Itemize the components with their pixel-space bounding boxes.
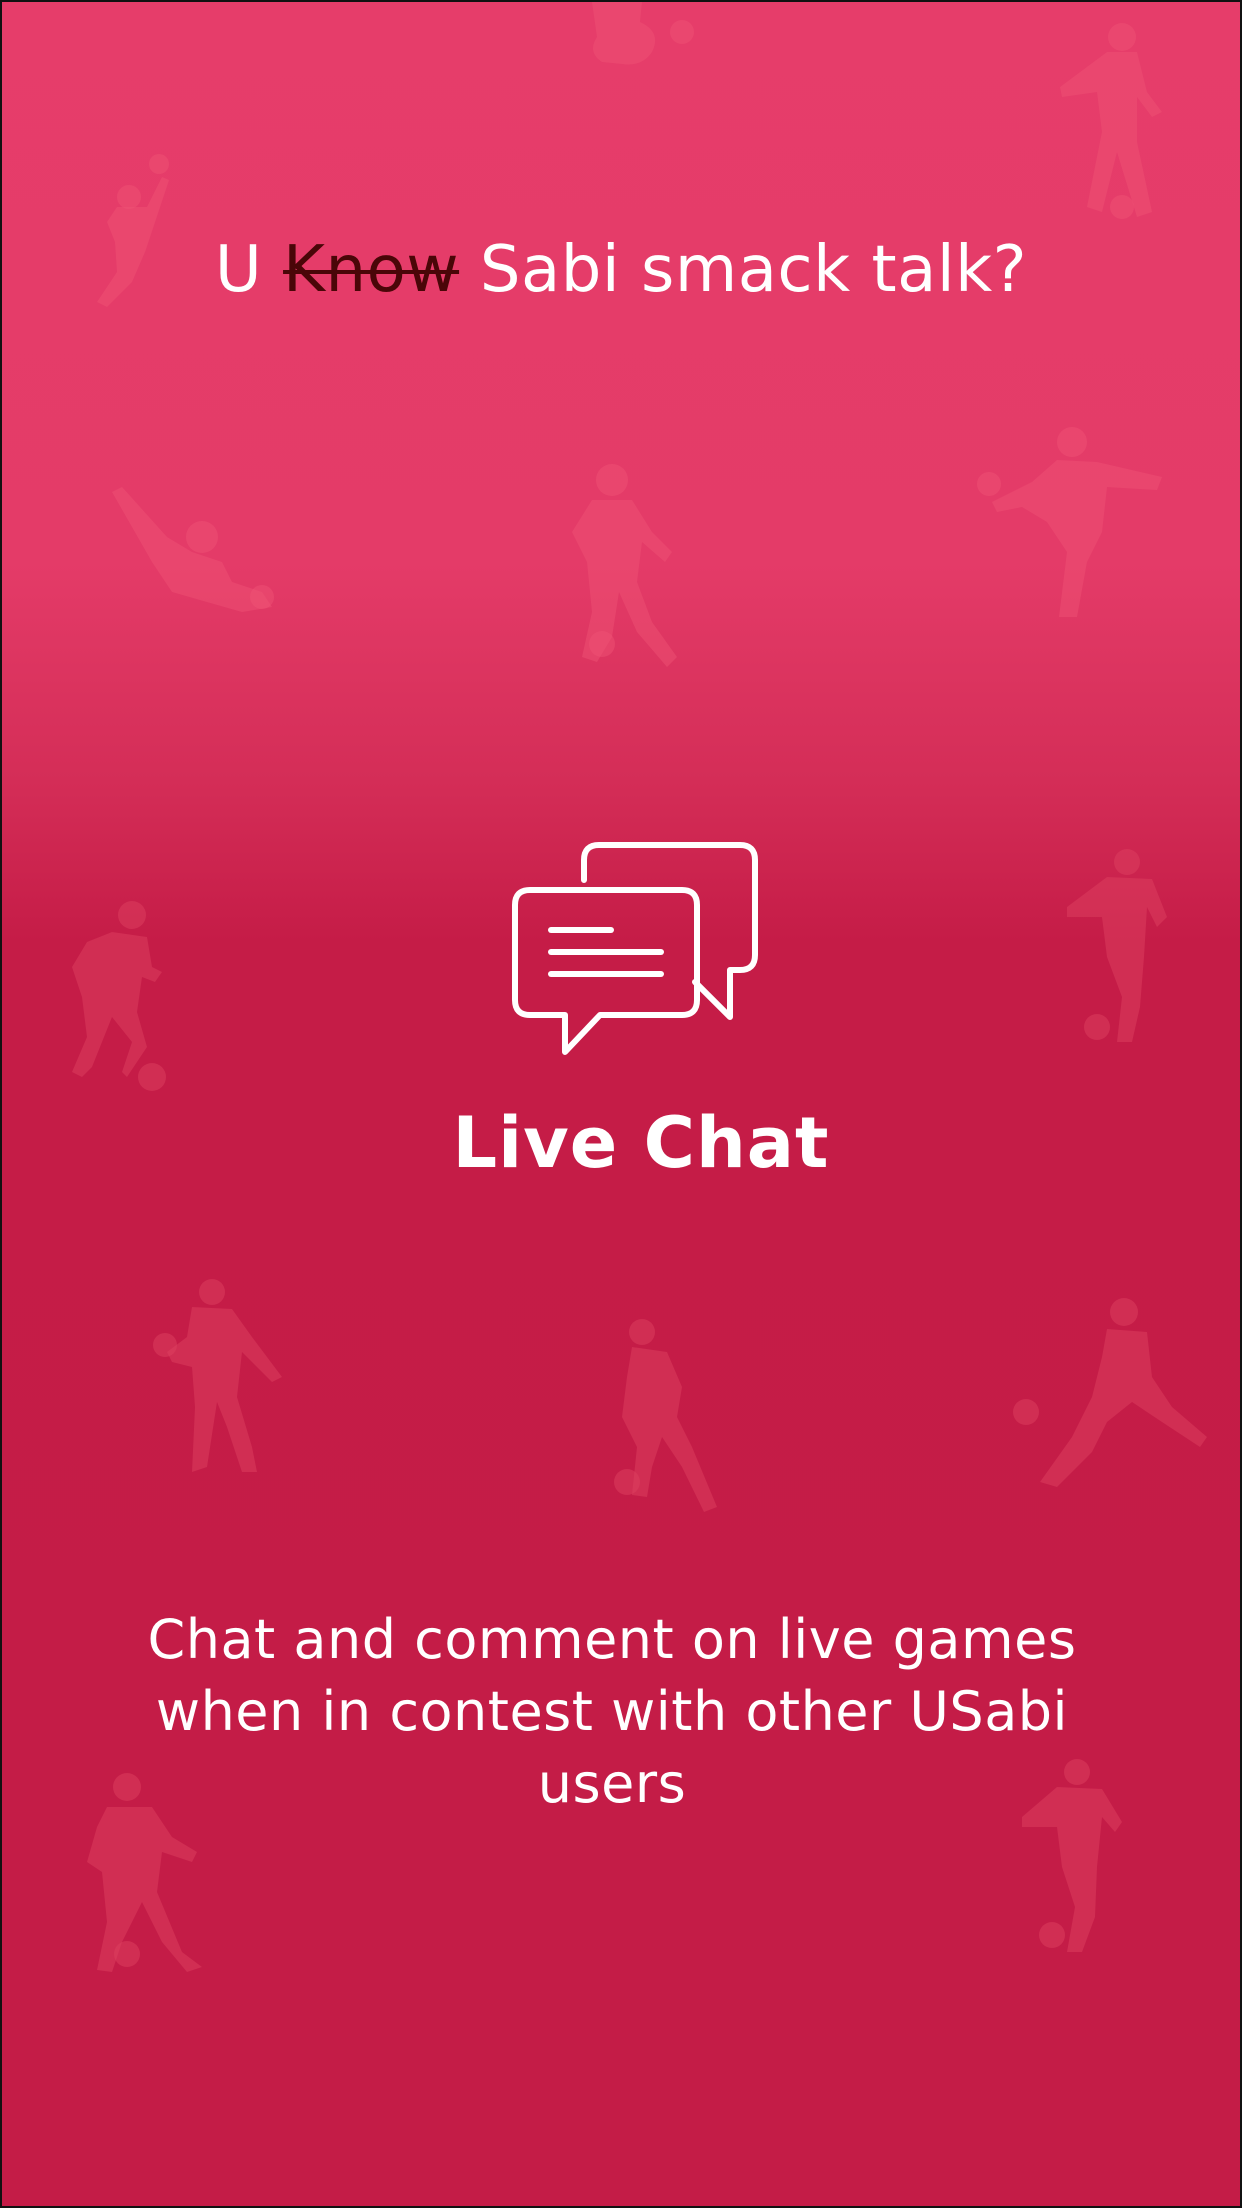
headline-prefix: U (214, 233, 284, 307)
player-silhouette-icon (614, 1319, 717, 1512)
player-silhouette-icon (112, 487, 274, 612)
headline-strikethrough-word: Know (283, 233, 460, 307)
chat-bubbles-icon (512, 842, 758, 1055)
feature-description: Chat and comment on live games when in c… (147, 1608, 1077, 1815)
headline-suffix: Sabi smack talk? (459, 233, 1028, 307)
player-silhouette-icon (153, 1279, 282, 1472)
feature-title: Live Chat (452, 1102, 830, 1184)
headline: U Know Sabi smack talk? (2, 230, 1240, 310)
player-silhouette-icon (1013, 1298, 1207, 1487)
player-silhouette-icon (72, 901, 166, 1091)
onboarding-screen: U Know Sabi smack talk? Live Chat Chat a… (0, 0, 1242, 2208)
player-silhouette-icon (572, 464, 677, 667)
player-silhouette-icon (1060, 23, 1162, 219)
player-silhouette-icon (977, 427, 1162, 617)
player-silhouette-icon (1067, 849, 1167, 1042)
player-silhouette-icon (592, 2, 694, 65)
